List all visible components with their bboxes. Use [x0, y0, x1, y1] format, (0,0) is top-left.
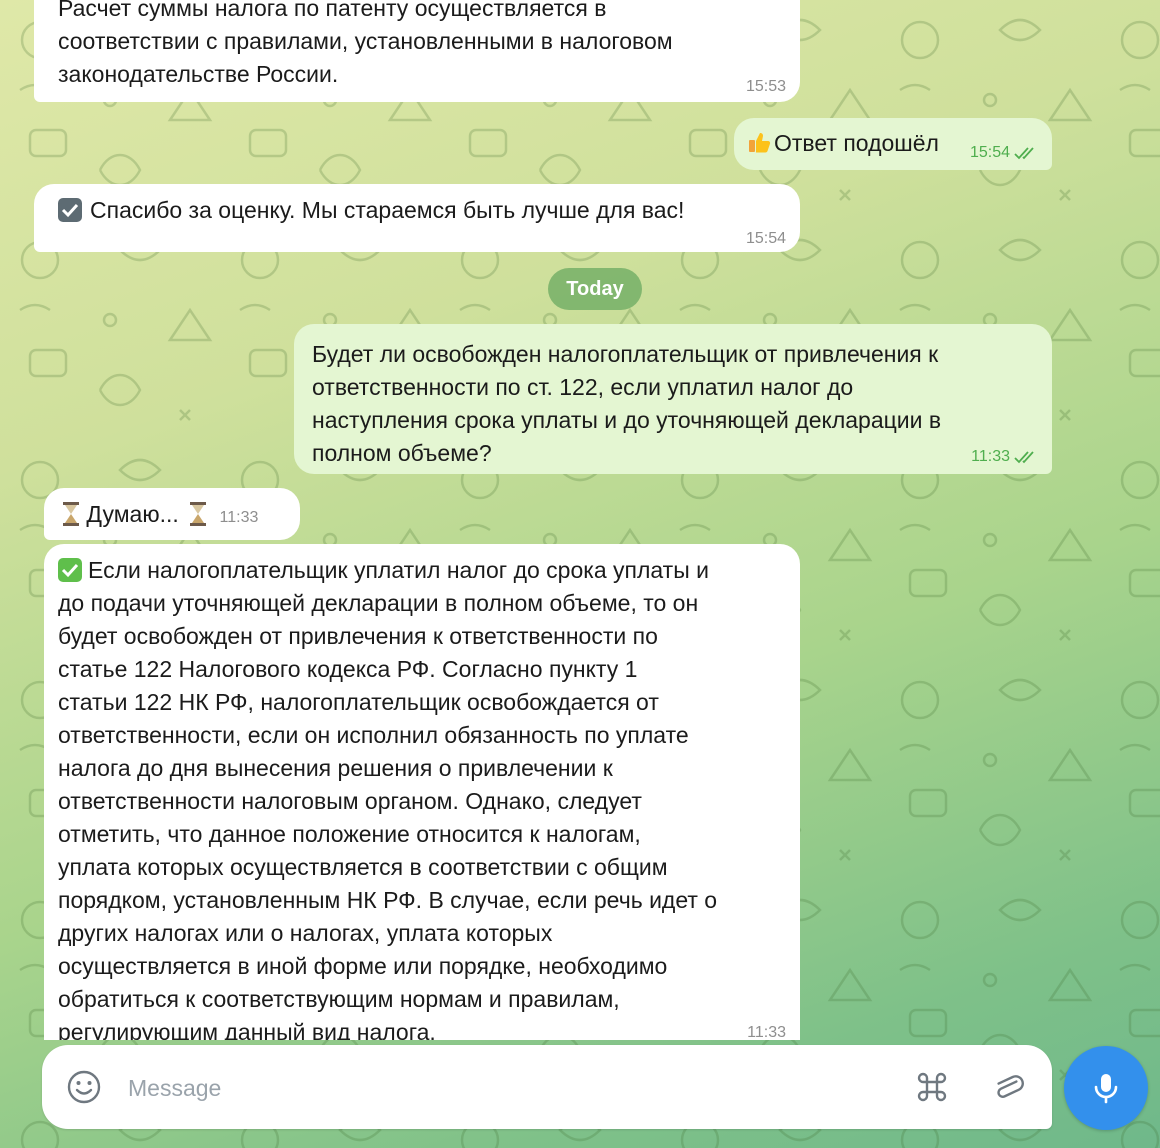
- message-time: 11:33: [971, 448, 1010, 465]
- paperclip-icon[interactable]: [988, 1067, 1028, 1107]
- microphone-button[interactable]: [1064, 1046, 1148, 1130]
- check-mark-icon: [58, 558, 82, 582]
- message-outgoing[interactable]: Ответ подошёл 15:54: [734, 118, 1052, 170]
- message-text-line: отметить, что данное положение относится…: [58, 821, 641, 847]
- message-text-line: налога до дня вынесения решения о привле…: [58, 755, 613, 781]
- message-incoming[interactable]: Расчет суммы налога по патенту осуществл…: [34, 0, 800, 102]
- message-text-line: других налогах или о налогах, уплата кот…: [58, 920, 553, 946]
- message-incoming[interactable]: Если налогоплательщик уплатил налог до с…: [44, 544, 800, 1040]
- message-text-line: будет освобожден от привлечения к ответс…: [58, 623, 658, 649]
- message-composer: [42, 1045, 1052, 1129]
- message-text-line: Будет ли освобожден налогоплательщик от …: [312, 341, 939, 367]
- message-text-line: наступления срока уплаты и до уточняющей…: [312, 407, 942, 433]
- microphone-icon: [1094, 1074, 1118, 1104]
- command-icon[interactable]: [912, 1067, 952, 1107]
- message-text-line: порядком, установленным НК РФ. В случае,…: [58, 887, 718, 913]
- message-text: Ответ подошёл: [774, 130, 939, 156]
- message-text-line: ответственности налоговым органом. Однак…: [58, 788, 642, 814]
- message-text-line: полном объеме?: [312, 440, 492, 466]
- message-outgoing[interactable]: Будет ли освобожден налогоплательщик от …: [294, 324, 1052, 474]
- message-text: Спасибо за оценку. Мы стараемся быть луч…: [90, 197, 685, 223]
- message-time: 15:54: [969, 144, 1010, 161]
- message-time: 11:33: [219, 509, 259, 526]
- message-text-line: осуществляется в иной форме или порядке,…: [58, 953, 668, 979]
- message-text-line: ответственности по ст. 122, если уплатил…: [312, 374, 854, 400]
- message-incoming[interactable]: Спасибо за оценку. Мы стараемся быть луч…: [34, 184, 800, 252]
- message-text-line: соответствии с правилами, установленными…: [58, 28, 673, 54]
- message-text-line: регулирующим данный вид налога.: [58, 1019, 436, 1040]
- message-text-line: статьи 122 НК РФ, налогоплательщик освоб…: [58, 689, 659, 715]
- hourglass-icon: [63, 502, 79, 526]
- thumbs-up-icon: [749, 133, 771, 153]
- double-check-icon: [1014, 147, 1034, 160]
- chat-history[interactable]: Расчет суммы налога по патенту осуществл…: [0, 0, 1160, 1040]
- message-text-line: Если налогоплательщик уплатил налог до с…: [58, 554, 784, 587]
- message-text-line: до подачи уточняющей декларации в полном…: [58, 590, 699, 616]
- date-separator: Today: [548, 268, 642, 310]
- check-box-icon: [58, 198, 82, 222]
- double-check-icon: [1014, 451, 1034, 464]
- smile-icon[interactable]: [64, 1067, 104, 1107]
- message-text-line: обратиться к соответствующим нормам и пр…: [58, 986, 620, 1012]
- message-time: 15:53: [745, 78, 786, 95]
- message-text: Если налогоплательщик уплатил налог до с…: [88, 557, 709, 583]
- message-text: Думаю...: [86, 501, 179, 527]
- message-text-line: уплата которых осуществляется в соответс…: [58, 854, 668, 880]
- message-text-line: ответственности, если он исполнил обязан…: [58, 722, 689, 748]
- message-input[interactable]: [126, 1067, 890, 1109]
- message-time: 15:54: [745, 230, 786, 247]
- hourglass-icon: [190, 502, 207, 526]
- message-text-line: Расчет суммы налога по патенту осуществл…: [58, 0, 607, 21]
- message-text-line: законодательстве России.: [58, 61, 339, 87]
- message-text-line: статье 122 Налогового кодекса РФ. Соглас…: [58, 656, 638, 682]
- message-time: 11:33: [747, 1024, 786, 1040]
- message-incoming[interactable]: Думаю... 11:33: [44, 488, 300, 540]
